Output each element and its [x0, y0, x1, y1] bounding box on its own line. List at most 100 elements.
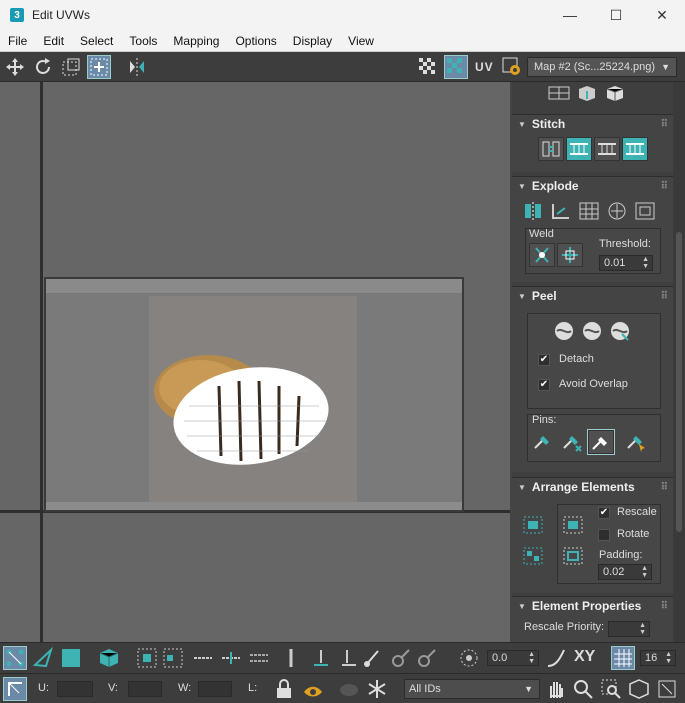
polygon-select-icon[interactable] [60, 647, 82, 669]
pack-selected-icon[interactable] [561, 545, 587, 569]
spinner-arrows-icon[interactable]: ▲ ▼ [639, 622, 646, 636]
pinch-brush-icon[interactable] [416, 647, 438, 669]
reset-peel-icon[interactable] [608, 320, 634, 344]
element-props-header[interactable]: ▼ Element Properties ⠿ [512, 597, 673, 615]
avoid-overlap-checkbox[interactable]: ✔ [538, 379, 550, 391]
menu-tools[interactable]: Tools [121, 34, 165, 48]
w-field[interactable] [198, 681, 232, 697]
u-field[interactable] [57, 681, 93, 697]
zoom-icon[interactable] [572, 678, 594, 700]
element-select-icon[interactable] [98, 647, 120, 669]
zoom-region-icon[interactable] [600, 678, 622, 700]
menu-options[interactable]: Options [227, 34, 284, 48]
lock-icon[interactable] [273, 678, 295, 700]
rotate-checkbox[interactable] [598, 529, 610, 541]
unpin-icon[interactable] [560, 430, 586, 454]
align-icon[interactable] [310, 647, 332, 669]
flatten-by-material-icon[interactable] [633, 200, 659, 224]
auto-pin-icon[interactable] [587, 429, 615, 455]
freeform-icon[interactable] [87, 55, 111, 79]
grid-snap-icon[interactable] [611, 646, 635, 670]
stitch-custom-button[interactable] [538, 137, 564, 161]
pin-icon[interactable] [531, 430, 557, 454]
pack-normalize-icon[interactable] [521, 514, 547, 538]
absolute-offset-icon[interactable] [3, 677, 27, 701]
uv-viewport[interactable] [0, 82, 510, 642]
relax-brush-icon[interactable] [390, 647, 412, 669]
rescale-checkbox[interactable]: ✔ [598, 507, 610, 519]
flatten-by-polygon-icon[interactable] [577, 200, 603, 224]
explode-header[interactable]: ▼ Explode ⠿ [512, 177, 673, 195]
shrink-selection-icon[interactable] [162, 647, 184, 669]
loop-icon[interactable] [192, 647, 214, 669]
stitch-average-button[interactable] [594, 137, 620, 161]
grid-spinner[interactable]: 16 ▲ ▼ [640, 650, 676, 666]
checker-pattern-icon[interactable] [417, 56, 439, 78]
material-id-select[interactable]: All IDs ▼ [404, 679, 540, 699]
flatten-by-smoothing-icon[interactable] [605, 200, 631, 224]
mirror-icon[interactable] [126, 56, 148, 78]
vertex-select-icon[interactable] [3, 646, 27, 670]
ring-icon[interactable] [220, 647, 242, 669]
menu-view[interactable]: View [340, 34, 382, 48]
flatten-icon[interactable] [547, 82, 573, 100]
grow-selection-icon[interactable] [136, 647, 158, 669]
quick-peel-icon[interactable] [552, 320, 578, 344]
menu-mapping[interactable]: Mapping [165, 34, 227, 48]
falloff-spinner[interactable]: 0.0 ▲ ▼ [487, 650, 539, 666]
pan-hand-icon[interactable] [545, 678, 567, 700]
pack-together-icon[interactable] [521, 545, 547, 569]
stitch-to-source-button[interactable] [566, 137, 592, 161]
show-map-icon[interactable] [444, 55, 468, 79]
spinner-arrows-icon[interactable]: ▲ ▼ [642, 256, 649, 270]
close-button[interactable]: ✕ [639, 0, 685, 30]
minimize-button[interactable]: — [547, 0, 593, 30]
spinner-arrows-icon[interactable]: ▲ ▼ [665, 651, 672, 665]
soft-selection-icon[interactable] [458, 647, 480, 669]
zoom-selected-icon[interactable] [656, 678, 678, 700]
select-pins-icon[interactable] [624, 430, 650, 454]
stitch-header[interactable]: ▼ Stitch ⠿ [512, 115, 673, 133]
settings-icon[interactable] [501, 56, 523, 78]
align-bottom-icon[interactable] [338, 647, 360, 669]
stitch-to-target-button[interactable] [622, 137, 648, 161]
arrange-header[interactable]: ▼ Arrange Elements ⠿ [512, 478, 673, 496]
menu-select[interactable]: Select [72, 34, 121, 48]
eye-lock-icon[interactable] [302, 678, 324, 700]
spinner-arrows-icon[interactable]: ▲ ▼ [528, 651, 535, 665]
brush-icon[interactable] [362, 647, 384, 669]
menu-display[interactable]: Display [285, 34, 340, 48]
zoom-extents-icon[interactable] [628, 678, 650, 700]
detach-edge-icon[interactable] [549, 200, 575, 224]
edge-loop-icon[interactable] [248, 647, 270, 669]
detach-checkbox[interactable]: ✔ [538, 354, 550, 366]
cube-icon[interactable] [603, 82, 629, 101]
spinner-arrows-icon[interactable]: ▲ ▼ [641, 565, 648, 579]
menu-file[interactable]: File [0, 34, 35, 48]
v-field[interactable] [128, 681, 162, 697]
map-select[interactable]: Map #2 (Sc...25224.png) ▼ [527, 57, 677, 77]
scale-icon[interactable] [60, 56, 82, 78]
weld-selected-button[interactable] [529, 243, 555, 267]
freeze-icon[interactable] [366, 678, 388, 700]
xy-label[interactable]: XY [574, 648, 595, 666]
padding-spinner[interactable]: 0.02 ▲ ▼ [598, 564, 652, 580]
falloff-curve-icon[interactable] [545, 647, 567, 669]
peel-mode-icon[interactable] [580, 320, 606, 344]
panel-scrollbar[interactable] [673, 82, 685, 642]
hide-icon[interactable] [338, 678, 360, 700]
box-map-icon[interactable] [575, 82, 601, 101]
vertical-edge-icon[interactable] [280, 647, 302, 669]
break-icon[interactable] [521, 200, 547, 224]
rotate-icon[interactable] [32, 56, 54, 78]
pack-custom-icon[interactable] [561, 514, 587, 538]
edge-select-icon[interactable] [32, 646, 54, 669]
weld-target-button[interactable] [557, 243, 583, 267]
peel-header[interactable]: ▼ Peel ⠿ [512, 287, 673, 305]
menu-edit[interactable]: Edit [35, 34, 72, 48]
move-icon[interactable] [4, 56, 26, 78]
threshold-spinner[interactable]: 0.01 ▲ ▼ [599, 255, 653, 271]
uv-label[interactable]: UV [475, 60, 494, 74]
maximize-button[interactable]: ☐ [593, 0, 639, 30]
scroll-thumb[interactable] [676, 232, 682, 532]
